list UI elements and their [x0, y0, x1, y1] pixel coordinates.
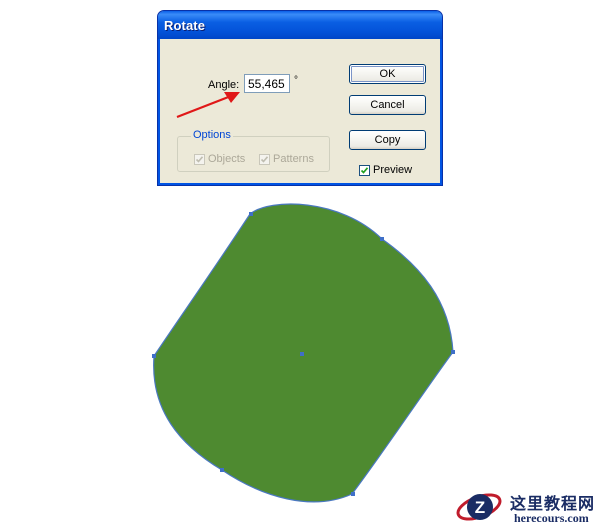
artwork-canvas: [152, 92, 455, 503]
anchor-point[interactable]: [451, 350, 455, 354]
watermark-url: herecours.com: [514, 511, 589, 525]
center-point[interactable]: [300, 352, 304, 356]
watermark-logo-icon: Z: [456, 493, 502, 521]
red-arrow-icon: [176, 92, 240, 119]
anchor-point[interactable]: [380, 237, 384, 241]
anchor-point[interactable]: [351, 492, 355, 496]
anchor-point[interactable]: [249, 212, 253, 216]
anchor-point[interactable]: [220, 468, 224, 472]
screenshot-stage: Rotate Angle: ° Options Objects: [0, 0, 600, 530]
watermark-logo-letter: Z: [475, 498, 485, 517]
anchor-point[interactable]: [152, 354, 156, 358]
